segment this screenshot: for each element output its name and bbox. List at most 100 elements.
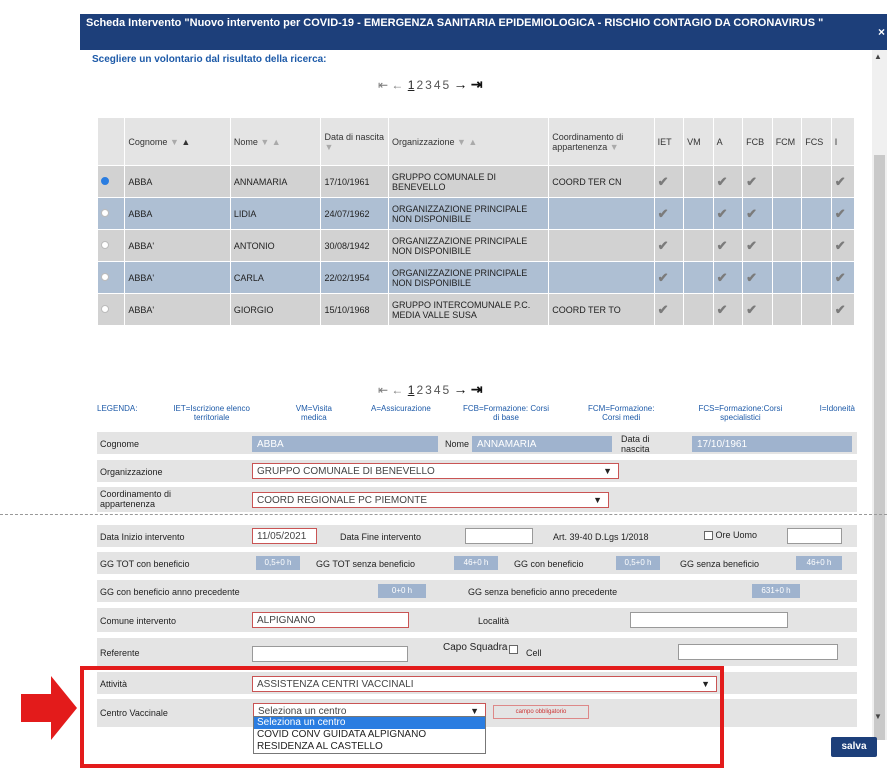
- check-icon: ✔: [834, 173, 846, 189]
- volunteer-table: Cognome ▼ ▲ Nome ▼ ▲ Data di nascita ▼ O…: [96, 117, 856, 326]
- page-link[interactable]: 2: [416, 78, 423, 92]
- table-row[interactable]: ABBA' GIORGIO 15/10/1968 GRUPPO INTERCOMUNA…: [96, 293, 856, 326]
- data-inizio-field[interactable]: 11/05/2021: [252, 528, 317, 544]
- row-radio[interactable]: [101, 304, 109, 313]
- organizzazione-cell: ORGANIZZAZIONE PRINCIPALE NON DISPONIBIL…: [387, 229, 550, 262]
- check-icon: ✔: [657, 301, 669, 317]
- coordinamento-cell: COORD TER CN: [548, 165, 655, 198]
- column-header-nome[interactable]: Nome ▼ ▲: [229, 117, 322, 166]
- i-cell: ✔: [830, 197, 856, 230]
- a-cell: ✔: [712, 197, 744, 230]
- select-cell[interactable]: [96, 197, 126, 230]
- column-header-data-nascita[interactable]: Data di nascita ▼: [320, 117, 389, 166]
- select-cell[interactable]: [96, 261, 126, 294]
- column-header-vm[interactable]: VM: [683, 117, 714, 166]
- column-header-organizzazione[interactable]: Organizzazione ▼ ▲: [387, 117, 550, 166]
- row-radio[interactable]: [101, 208, 109, 217]
- scroll-up-icon[interactable]: ▲: [874, 52, 882, 61]
- row-radio[interactable]: [101, 176, 109, 185]
- cognome-label: Cognome: [100, 439, 140, 449]
- first-page-icon[interactable]: ⇤: [378, 78, 388, 92]
- table-row[interactable]: ABBA LIDIA 24/07/1962 ORGANIZZAZIONE PRINCI…: [96, 197, 856, 230]
- table-row[interactable]: ABBA ANNAMARIA 17/10/1961 GRUPPO COMUNALE D…: [96, 165, 856, 198]
- column-header-fcb[interactable]: FCB: [742, 117, 773, 166]
- page-link[interactable]: 1: [408, 383, 415, 397]
- referente-field[interactable]: [252, 646, 408, 662]
- table-row[interactable]: ABBA' ANTONIO 30/08/1942 ORGANIZZAZIONE PRI…: [96, 229, 856, 262]
- capo-squadra-checkbox-wrap: [509, 644, 518, 655]
- select-cell[interactable]: [96, 165, 126, 198]
- table-row[interactable]: ABBA' CARLA 22/02/1954 ORGANIZZAZIONE PRINC…: [96, 261, 856, 294]
- select-cell[interactable]: [96, 293, 126, 326]
- prev-page-icon[interactable]: ←: [391, 78, 403, 92]
- fcb-cell: ✔: [742, 165, 773, 198]
- last-page-icon[interactable]: ⇥: [471, 381, 483, 397]
- legend-item: I=Idoneità: [819, 404, 855, 413]
- data-fine-field[interactable]: [465, 528, 533, 544]
- check-icon: ✔: [746, 173, 758, 189]
- prev-page-icon[interactable]: ←: [391, 383, 403, 397]
- column-header-coordinamento[interactable]: Coordinamento di appartenenza ▼: [548, 117, 655, 166]
- page-link[interactable]: 5: [443, 383, 450, 397]
- iet-cell: ✔: [653, 165, 685, 198]
- gg-senza-prec-badge: 631+0 h: [752, 584, 800, 598]
- data-fine-label: Data Fine intervento: [340, 532, 422, 542]
- close-icon[interactable]: ×: [878, 26, 885, 39]
- last-page-icon[interactable]: ⇥: [471, 76, 483, 92]
- legend-item: FCB=Formazione: Corsi di base: [463, 404, 550, 422]
- column-header-fcm[interactable]: FCM: [771, 117, 803, 166]
- scrollbar-thumb[interactable]: [874, 155, 885, 740]
- gg-tot-senza-label: GG TOT senza beneficio: [316, 559, 416, 569]
- page-link[interactable]: 3: [425, 383, 432, 397]
- capo-squadra-checkbox[interactable]: [509, 645, 518, 655]
- i-cell: ✔: [830, 293, 856, 326]
- next-page-icon[interactable]: →: [454, 381, 468, 397]
- next-page-icon[interactable]: →: [454, 76, 468, 92]
- fcb-cell: ✔: [742, 261, 773, 294]
- gg-con-badge: 0,5+0 h: [616, 556, 660, 570]
- column-header-fcs[interactable]: FCS: [801, 117, 832, 166]
- first-page-icon[interactable]: ⇤: [378, 383, 388, 397]
- i-cell: ✔: [830, 261, 856, 294]
- column-header-iet[interactable]: IET: [653, 117, 685, 166]
- row-radio[interactable]: [101, 272, 109, 281]
- fcb-cell: ✔: [742, 197, 773, 230]
- ore-uomo-checkbox[interactable]: [704, 531, 713, 541]
- column-header-cognome[interactable]: Cognome ▼ ▲: [124, 117, 231, 166]
- page-link[interactable]: 1: [408, 78, 415, 92]
- check-icon: ✔: [834, 205, 846, 221]
- legend-item: IET=Iscrizione elenco territoriale: [173, 404, 250, 422]
- page-link[interactable]: 4: [434, 78, 441, 92]
- fcs-cell: [801, 261, 832, 294]
- cognome-cell: ABBA': [124, 293, 231, 326]
- nome-cell: GIORGIO: [229, 293, 322, 326]
- ore-uomo-checkbox-wrap: Ore Uomo: [704, 530, 757, 541]
- page-link[interactable]: 2: [416, 383, 423, 397]
- select-cell[interactable]: [96, 229, 126, 262]
- column-header-i[interactable]: I: [830, 117, 856, 166]
- cell-field[interactable]: [678, 644, 838, 660]
- ore-uomo-field[interactable]: [787, 528, 842, 544]
- comune-field[interactable]: ALPIGNANO: [252, 612, 409, 628]
- coordinamento-select[interactable]: COORD REGIONALE PC PIEMONTE ▼: [252, 492, 609, 508]
- gg-tot-senza-badge: 46+0 h: [454, 556, 498, 570]
- check-icon: ✔: [746, 237, 758, 253]
- scroll-down-icon[interactable]: ▼: [874, 712, 882, 721]
- page-link[interactable]: 4: [434, 383, 441, 397]
- column-header-a[interactable]: A: [712, 117, 744, 166]
- save-button[interactable]: salva: [831, 737, 877, 757]
- row-radio[interactable]: [101, 240, 109, 249]
- data-inizio-label: Data Inizio intervento: [100, 532, 185, 542]
- vertical-scrollbar[interactable]: ▲ ▼: [872, 50, 887, 740]
- localita-field[interactable]: [630, 612, 788, 628]
- check-icon: ✔: [657, 205, 669, 221]
- page-link[interactable]: 3: [425, 78, 432, 92]
- chevron-down-icon: ▼: [603, 466, 612, 476]
- chevron-down-icon: ▼: [593, 495, 602, 505]
- page-link[interactable]: 5: [443, 78, 450, 92]
- check-icon: ✔: [716, 173, 728, 189]
- legend-title: LEGENDA:: [97, 404, 138, 413]
- organizzazione-select[interactable]: GRUPPO COMUNALE DI BENEVELLO ▼: [252, 463, 619, 479]
- fcs-cell: [801, 229, 832, 262]
- coordinamento-cell: [548, 261, 655, 294]
